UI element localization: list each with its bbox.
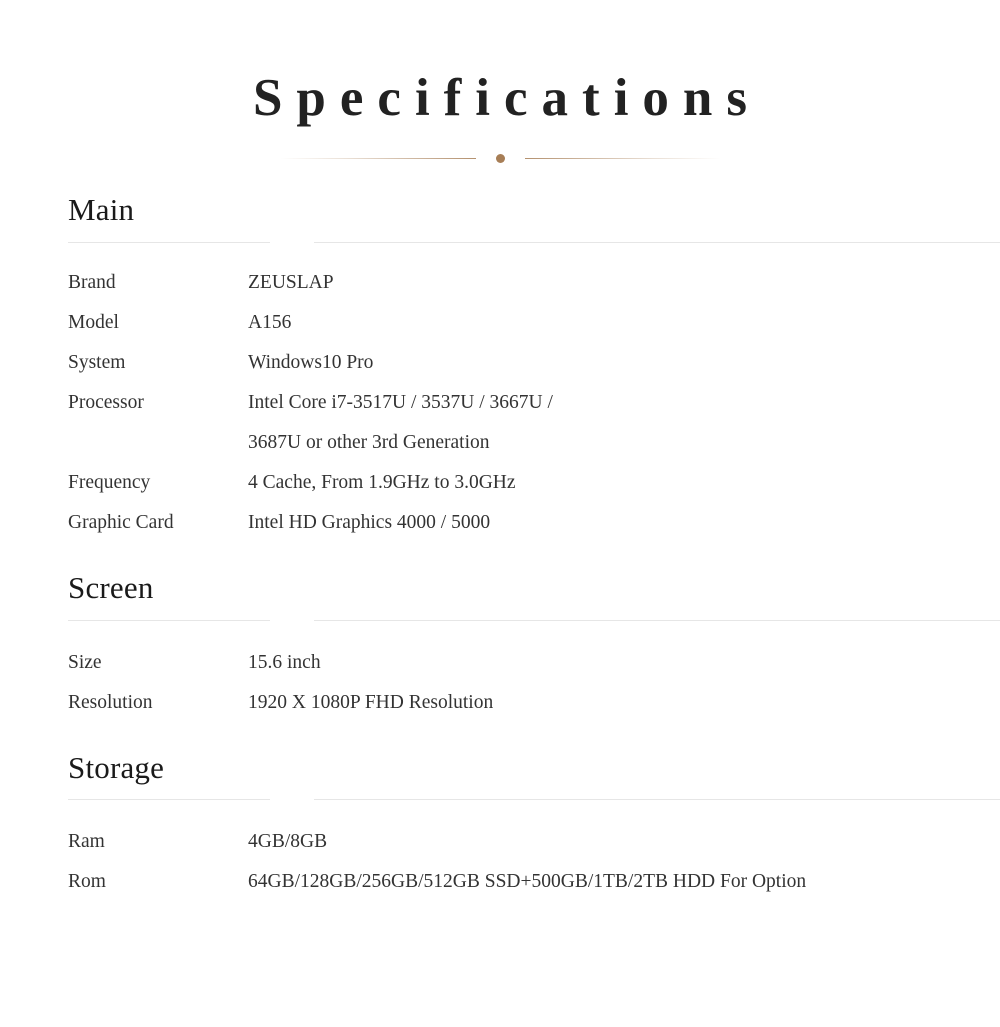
spec-row: Resolution 1920 X 1080P FHD Resolution [0, 683, 1000, 723]
spec-label: Frequency [68, 471, 151, 493]
spec-value: 4GB/8GB [248, 831, 328, 853]
spec-label: Resolution [68, 691, 153, 713]
spec-row: Brand ZEUSLAP [0, 263, 1000, 303]
spec-value: Intel Core i7-3517U / 3537U / 3667U / 36… [248, 391, 553, 453]
section-rule-right [314, 241, 1000, 243]
spec-label: System [68, 351, 126, 373]
spec-row: Graphic Card Intel HD Graphics 4000 / 50… [0, 503, 1000, 543]
ornament-dot-icon [495, 153, 505, 163]
spec-row: Size 15.6 inch [0, 643, 1000, 683]
spec-value: 4 Cache, From 1.9GHz to 3.0GHz [248, 471, 516, 493]
spec-value: 15.6 inch [248, 651, 321, 673]
spec-row: System Windows10 Pro [0, 343, 1000, 383]
spec-value: ZEUSLAP [248, 271, 334, 293]
spec-row: Frequency 4 Cache, From 1.9GHz to 3.0GHz [0, 463, 1000, 503]
spec-value: A156 [248, 311, 292, 333]
ornament-line-left [279, 157, 476, 159]
spec-value: 1920 X 1080P FHD Resolution [248, 691, 494, 713]
spec-label: Rom [68, 871, 106, 893]
section-screen: Screen Size 15.6 inch Resolution 1920 X … [0, 569, 1000, 723]
section-rule-left [68, 619, 270, 621]
specifications-page: Specifications Main Brand ZEUSLAP Model [0, 0, 1000, 1027]
title-block: Specifications [0, 0, 1000, 167]
spec-label: Ram [68, 831, 105, 853]
spec-value: Intel HD Graphics 4000 / 5000 [248, 511, 491, 533]
spec-label: Processor [68, 391, 144, 413]
spec-label: Size [68, 651, 102, 673]
section-rule-right [314, 799, 1000, 801]
ornament-line-right [524, 157, 721, 159]
spec-label: Brand [68, 271, 116, 293]
section-heading-screen: Screen [68, 569, 154, 605]
page-title: Specifications [252, 69, 762, 127]
section-main: Main Brand ZEUSLAP Model A156 System Win… [0, 191, 1000, 543]
spec-list-screen: Size 15.6 inch Resolution 1920 X 1080P F… [0, 643, 1000, 723]
section-storage: Storage Ram 4GB/8GB Rom 64GB/128GB/256GB… [0, 749, 1000, 903]
section-heading-main: Main [68, 192, 135, 228]
spec-value: 64GB/128GB/256GB/512GB SSD+500GB/1TB/2TB… [248, 871, 807, 893]
section-rule-left [68, 799, 270, 801]
spec-row: Rom 64GB/128GB/256GB/512GB SSD+500GB/1TB… [0, 862, 1000, 902]
spec-row: Ram 4GB/8GB [0, 822, 1000, 862]
ornamental-divider [0, 149, 1000, 167]
spec-sections: Main Brand ZEUSLAP Model A156 System Win… [0, 191, 1000, 902]
section-rule-storage [0, 799, 1000, 801]
spec-list-main: Brand ZEUSLAP Model A156 System Windows1… [0, 263, 1000, 543]
spec-label: Model [68, 311, 119, 333]
spec-label: Graphic Card [68, 511, 174, 533]
spec-row: Model A156 [0, 303, 1000, 343]
spec-list-storage: Ram 4GB/8GB Rom 64GB/128GB/256GB/512GB S… [0, 822, 1000, 902]
spec-row: Processor Intel Core i7-3517U / 3537U / … [0, 383, 1000, 463]
section-rule-screen [0, 619, 1000, 621]
spec-value: Windows10 Pro [248, 351, 374, 373]
section-rule-main [0, 241, 1000, 243]
section-rule-left [68, 241, 270, 243]
section-heading-storage: Storage [68, 749, 165, 785]
section-rule-right [314, 619, 1000, 621]
